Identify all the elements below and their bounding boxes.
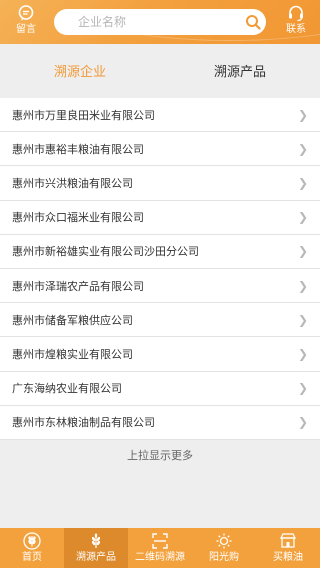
list-item[interactable]: 广东海纳农业有限公司 ❯	[0, 371, 320, 406]
company-name: 惠州市新裕雄实业有限公司沙田分公司	[12, 245, 199, 259]
list-item[interactable]: 惠州市众口福米业有限公司 ❯	[0, 200, 320, 235]
message-label: 留言	[16, 24, 36, 35]
search-icon[interactable]	[240, 9, 266, 35]
tabbar-label: 溯源产品	[76, 552, 116, 563]
list-item[interactable]: 惠州市兴洪粮油有限公司 ❯	[0, 166, 320, 201]
company-name: 惠州市煌粮实业有限公司	[12, 347, 133, 361]
load-more-hint: 上拉显示更多	[127, 449, 193, 462]
list-item[interactable]: 惠州市新裕雄实业有限公司沙田分公司 ❯	[0, 234, 320, 269]
company-name: 惠州市储备军粮供应公司	[12, 313, 133, 327]
tabbar-buy-grain-oil[interactable]: 买粮油	[256, 528, 320, 568]
list-item[interactable]: 惠州市泽瑞农产品有限公司 ❯	[0, 268, 320, 304]
tabbar-label: 首页	[22, 552, 42, 563]
search-input[interactable]	[54, 9, 240, 35]
contact-label: 联系	[286, 24, 306, 35]
chevron-right-icon: ❯	[297, 278, 308, 293]
contact-button[interactable]: 联系	[276, 4, 316, 40]
chat-bubble-icon	[18, 5, 34, 21]
tabbar-label: 买粮油	[273, 552, 303, 563]
chevron-right-icon: ❯	[297, 415, 308, 430]
shop-icon	[279, 533, 297, 548]
tabbar-trace-products[interactable]: 溯源产品	[64, 528, 128, 568]
headset-icon	[289, 5, 303, 22]
bottom-tab-bar: 首页 溯源产品 二维码溯源 阳光购 买粮油	[0, 528, 320, 568]
tabbar-label: 二维码溯源	[135, 552, 185, 563]
qr-scan-icon	[152, 533, 168, 549]
tabbar-sunshine-buy[interactable]: 阳光购	[192, 528, 256, 568]
company-list: 惠州市万里良田米业有限公司 ❯ 惠州市惠裕丰粮油有限公司 ❯ 惠州市兴洪粮油有限公司…	[0, 98, 320, 440]
chevron-right-icon: ❯	[297, 244, 308, 259]
company-name: 广东海纳农业有限公司	[12, 382, 122, 396]
chevron-right-icon: ❯	[297, 312, 308, 327]
chevron-right-icon: ❯	[297, 175, 308, 190]
tab-trace-products[interactable]: 溯源产品	[160, 44, 320, 100]
message-button[interactable]: 留言	[6, 4, 46, 40]
top-header: 留言 联系	[0, 0, 320, 44]
list-item[interactable]: 惠州市煌粮实业有限公司 ❯	[0, 337, 320, 372]
list-item[interactable]: 惠州市惠裕丰粮油有限公司 ❯	[0, 132, 320, 167]
search-box[interactable]	[54, 9, 266, 35]
list-item[interactable]: 惠州市东林粮油制品有限公司 ❯	[0, 405, 320, 440]
chevron-right-icon: ❯	[297, 107, 308, 122]
chevron-right-icon: ❯	[297, 381, 308, 396]
category-tabs: 溯源企业 溯源产品	[0, 44, 320, 100]
tab-trace-companies[interactable]: 溯源企业	[0, 44, 160, 100]
tabbar-home[interactable]: 首页	[0, 528, 64, 568]
chevron-right-icon: ❯	[297, 346, 308, 361]
list-item[interactable]: 惠州市万里良田米业有限公司 ❯	[0, 98, 320, 133]
sun-icon	[216, 533, 232, 549]
list-item[interactable]: 惠州市储备军粮供应公司 ❯	[0, 303, 320, 338]
chevron-right-icon: ❯	[297, 210, 308, 225]
wheat-icon	[23, 532, 41, 550]
company-name: 惠州市万里良田米业有限公司	[12, 108, 155, 122]
company-name: 惠州市兴洪粮油有限公司	[12, 176, 133, 190]
tabbar-label: 阳光购	[209, 552, 239, 563]
chevron-right-icon: ❯	[297, 141, 308, 156]
sprout-icon	[91, 533, 101, 548]
company-name: 惠州市泽瑞农产品有限公司	[12, 279, 144, 293]
company-name: 惠州市惠裕丰粮油有限公司	[12, 142, 144, 156]
tabbar-qr-trace[interactable]: 二维码溯源	[128, 528, 192, 568]
company-name: 惠州市众口福米业有限公司	[12, 211, 144, 225]
company-name: 惠州市东林粮油制品有限公司	[12, 416, 155, 430]
